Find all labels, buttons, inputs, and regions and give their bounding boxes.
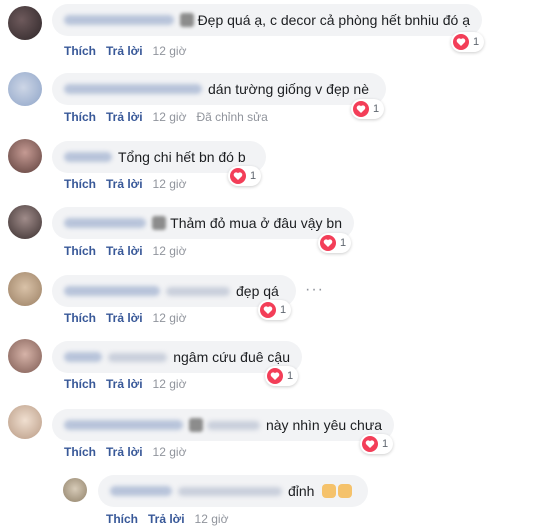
- more-options-icon[interactable]: ···: [305, 281, 324, 299]
- like-button[interactable]: Thích: [64, 44, 96, 58]
- thumbs-up-icon: [322, 484, 337, 498]
- avatar[interactable]: [8, 272, 42, 306]
- commenter-name[interactable]: [64, 152, 112, 162]
- comment-text: đẹp qá: [236, 283, 279, 299]
- comment-bubble: Thảm đỏ mua ở đâu vậy bn: [52, 207, 354, 239]
- reaction-count[interactable]: 1: [451, 32, 485, 52]
- commenter-name[interactable]: [64, 286, 160, 296]
- commenter-name[interactable]: [64, 84, 202, 94]
- like-button[interactable]: Thích: [64, 377, 96, 391]
- comment-actions: Thích Trả lời 12 giờ: [64, 244, 186, 258]
- timestamp[interactable]: 12 giờ: [153, 311, 187, 325]
- heart-icon: [362, 436, 378, 452]
- reply-button[interactable]: Trả lời: [148, 512, 185, 526]
- timestamp[interactable]: 12 giờ: [153, 44, 187, 58]
- avatar[interactable]: [63, 478, 87, 502]
- heart-icon: [260, 302, 276, 318]
- like-button[interactable]: Thích: [64, 110, 96, 124]
- reply-button[interactable]: Trả lời: [106, 311, 143, 325]
- commenter-tag[interactable]: [178, 486, 282, 496]
- commenter-name[interactable]: [64, 218, 147, 228]
- comment-bubble: ngâm cứu đuê cậu: [52, 341, 302, 373]
- like-button[interactable]: Thích: [64, 177, 96, 191]
- comment-text: dán tường giống v đẹp nè: [208, 81, 370, 97]
- comment-bubble: đỉnh: [98, 475, 368, 507]
- timestamp[interactable]: 12 giờ: [153, 177, 187, 191]
- reply-button[interactable]: Trả lời: [106, 110, 143, 124]
- reply-button[interactable]: Trả lời: [106, 44, 143, 58]
- avatar[interactable]: [8, 405, 42, 439]
- comment-text: Đẹp quá ạ, c decor cả phòng hết bnhiu đó…: [197, 12, 470, 28]
- comment-actions: Thích Trả lời 12 giờ: [64, 44, 186, 58]
- reaction-count[interactable]: 1: [258, 300, 292, 320]
- comment-text: Tổng chi hết bn đó b: [118, 149, 246, 165]
- like-button[interactable]: Thích: [64, 311, 96, 325]
- comment-actions: Thích Trả lời 12 giờ: [64, 377, 186, 391]
- comment-text: đỉnh: [288, 483, 315, 499]
- avatar[interactable]: [8, 205, 42, 239]
- commenter-name[interactable]: [64, 420, 183, 430]
- edited-label[interactable]: Đã chỉnh sửa: [196, 110, 267, 124]
- comment-text: này nhìn yêu chưa: [265, 417, 382, 433]
- timestamp[interactable]: 12 giờ: [153, 445, 187, 459]
- like-button[interactable]: Thích: [64, 445, 96, 459]
- comment-bubble: này nhìn yêu chưa: [52, 409, 394, 441]
- reaction-count[interactable]: 1: [318, 233, 352, 253]
- heart-icon: [453, 34, 469, 50]
- reaction-count[interactable]: 1: [351, 99, 385, 119]
- avatar[interactable]: [8, 139, 42, 173]
- commenter-name[interactable]: [64, 15, 175, 25]
- comment-text: ngâm cứu đuê cậu: [173, 349, 290, 365]
- commenter-name[interactable]: [110, 486, 172, 496]
- timestamp[interactable]: 12 giờ: [153, 377, 187, 391]
- tag-image: [180, 13, 194, 27]
- reaction-count[interactable]: 1: [360, 434, 394, 454]
- like-button[interactable]: Thích: [106, 512, 138, 526]
- avatar[interactable]: [8, 339, 42, 373]
- commenter-tag[interactable]: [166, 286, 230, 296]
- reply-button[interactable]: Trả lời: [106, 445, 143, 459]
- comment-bubble: Đẹp quá ạ, c decor cả phòng hết bnhiu đó…: [52, 4, 482, 36]
- tag-image: [152, 216, 167, 230]
- timestamp[interactable]: 12 giờ: [153, 244, 187, 258]
- comment-actions: Thích Trả lời 12 giờ: [64, 311, 186, 325]
- commenter-tag[interactable]: [108, 352, 168, 362]
- reply-button[interactable]: Trả lời: [106, 377, 143, 391]
- avatar[interactable]: [8, 72, 42, 106]
- heart-icon: [320, 235, 336, 251]
- comment-actions: Thích Trả lời 12 giờ: [106, 512, 228, 526]
- tag-image: [188, 418, 203, 432]
- like-button[interactable]: Thích: [64, 244, 96, 258]
- heart-icon: [267, 368, 283, 384]
- thumbs-up-icon: [338, 484, 353, 498]
- comment-text: Thảm đỏ mua ở đâu vậy bn: [170, 215, 342, 231]
- timestamp[interactable]: 12 giờ: [195, 512, 229, 526]
- reaction-count[interactable]: 1: [228, 166, 262, 186]
- reply-button[interactable]: Trả lời: [106, 244, 143, 258]
- comment-bubble: dán tường giống v đẹp nè: [52, 73, 386, 105]
- comment-actions: Thích Trả lời 12 giờ: [64, 177, 186, 191]
- heart-icon: [353, 101, 369, 117]
- heart-icon: [230, 168, 246, 184]
- timestamp[interactable]: 12 giờ: [153, 110, 187, 124]
- avatar[interactable]: [8, 6, 42, 40]
- reply-button[interactable]: Trả lời: [106, 177, 143, 191]
- commenter-tag[interactable]: [206, 420, 260, 430]
- comment-actions: Thích Trả lời 12 giờ Đã chỉnh sửa: [64, 110, 268, 124]
- commenter-name[interactable]: [64, 352, 103, 362]
- comment-actions: Thích Trả lời 12 giờ: [64, 445, 186, 459]
- comment-bubble: đẹp qá: [52, 275, 296, 307]
- reaction-count[interactable]: 1: [265, 366, 299, 386]
